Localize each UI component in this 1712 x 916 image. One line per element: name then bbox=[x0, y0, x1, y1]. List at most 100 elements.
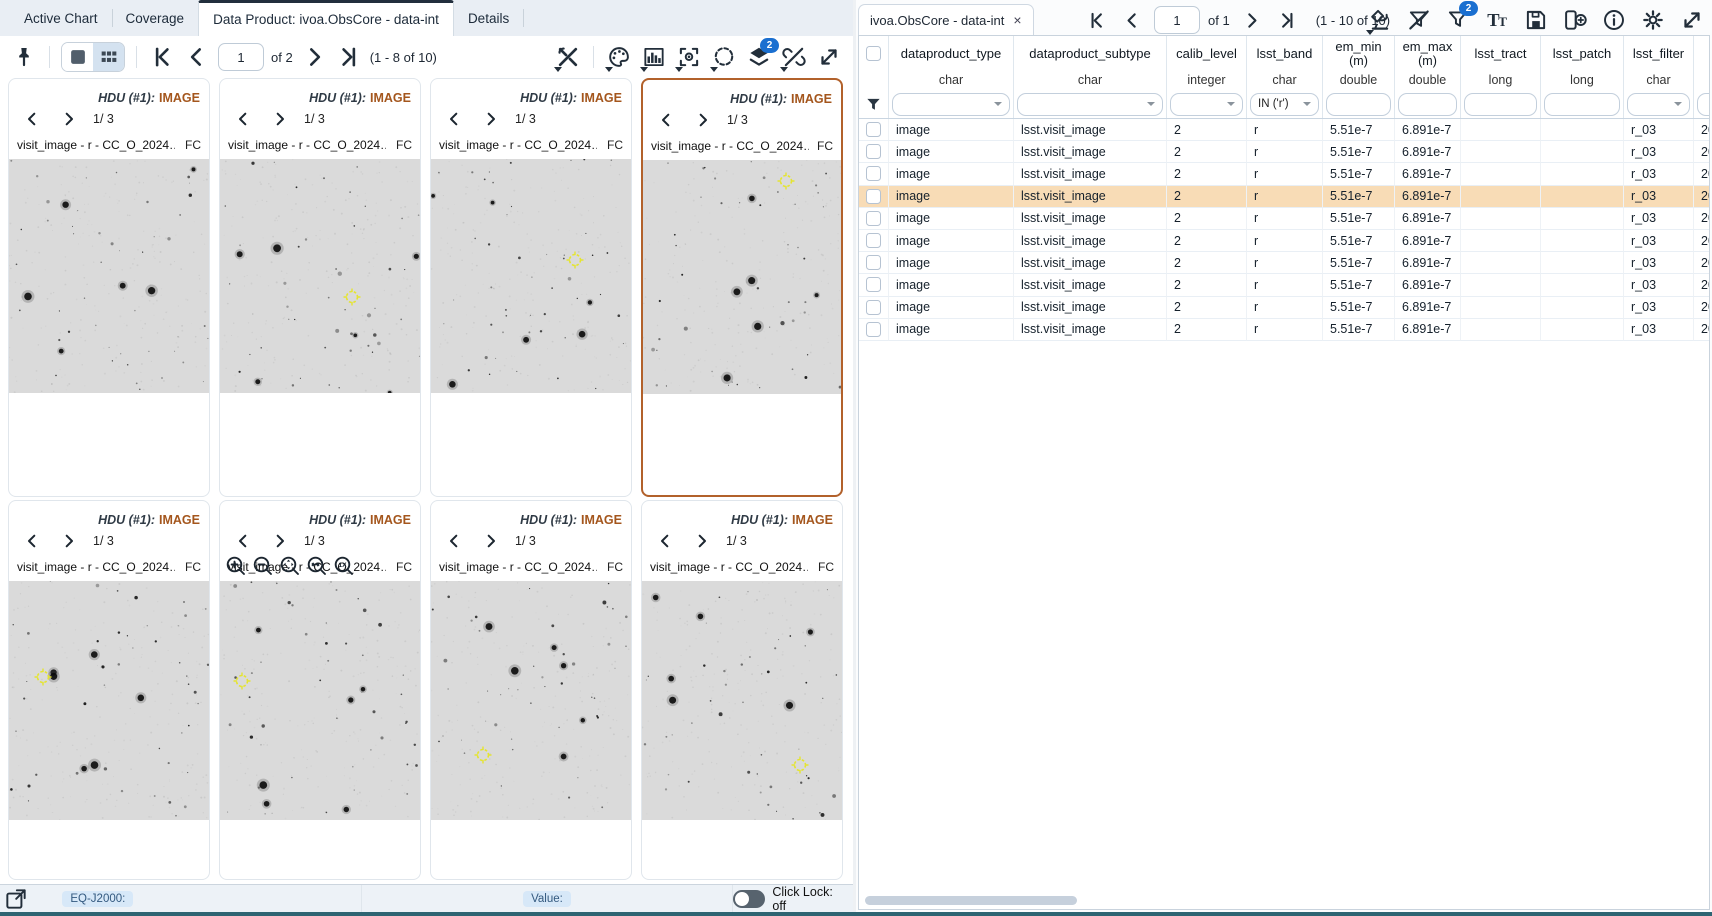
sky-image[interactable] bbox=[220, 159, 420, 393]
sky-image[interactable] bbox=[9, 581, 209, 820]
prev-hdu-icon[interactable] bbox=[651, 527, 679, 555]
save-icon[interactable] bbox=[1522, 6, 1550, 34]
text-view-icon[interactable]: TT bbox=[1483, 6, 1511, 34]
clear-filters-icon[interactable] bbox=[1405, 6, 1433, 34]
column-header[interactable]: lsst_filter bbox=[1624, 36, 1694, 70]
popout-icon[interactable] bbox=[0, 886, 32, 912]
unlink-icon[interactable] bbox=[780, 43, 808, 71]
column-header[interactable]: em_min(m) bbox=[1323, 36, 1395, 70]
row-checkbox[interactable] bbox=[866, 144, 881, 159]
column-filter-input[interactable] bbox=[1697, 93, 1710, 116]
table-row[interactable]: imagelsst.visit_image2r5.51e-76.891e-7r_… bbox=[859, 163, 1709, 185]
prev-hdu-icon[interactable] bbox=[18, 527, 46, 555]
table-first-page-icon[interactable] bbox=[1082, 6, 1110, 34]
table-page-input[interactable]: 1 bbox=[1154, 6, 1200, 34]
row-checkbox[interactable] bbox=[866, 300, 881, 315]
prev-hdu-icon[interactable] bbox=[229, 527, 257, 555]
image-panel[interactable]: HDU (#1): IMAGE 1/ 3 visit_image - r - C… bbox=[641, 500, 843, 880]
row-checkbox[interactable] bbox=[866, 122, 881, 137]
column-filter-input[interactable] bbox=[892, 93, 1010, 116]
close-icon[interactable]: × bbox=[1013, 13, 1021, 27]
click-lock-toggle[interactable] bbox=[733, 890, 765, 908]
column-header[interactable]: lsst_tract bbox=[1461, 36, 1541, 70]
tab-coverage[interactable]: Coverage bbox=[112, 0, 199, 36]
pin-icon[interactable] bbox=[10, 43, 38, 71]
zoom-out-icon[interactable] bbox=[252, 555, 274, 577]
row-checkbox[interactable] bbox=[866, 211, 881, 226]
column-header[interactable]: dataproduct_type bbox=[889, 36, 1014, 70]
row-checkbox[interactable] bbox=[866, 166, 881, 181]
tab-active-chart[interactable]: Active Chart bbox=[10, 0, 112, 36]
sky-image[interactable] bbox=[431, 581, 631, 820]
next-hdu-icon[interactable] bbox=[55, 527, 83, 555]
prev-hdu-icon[interactable] bbox=[18, 105, 46, 133]
microscope-icon[interactable] bbox=[1366, 6, 1394, 34]
sky-image[interactable] bbox=[642, 581, 842, 820]
image-panel[interactable]: HDU (#1): IMAGE 1/ 3 visit_image - r - C… bbox=[219, 500, 421, 880]
info-icon[interactable] bbox=[1600, 6, 1628, 34]
column-header[interactable] bbox=[1694, 36, 1710, 70]
single-view-button[interactable] bbox=[62, 43, 93, 71]
table-row[interactable]: imagelsst.visit_image2r5.51e-76.891e-7r_… bbox=[859, 230, 1709, 252]
column-filter-input[interactable] bbox=[1326, 93, 1391, 116]
grid-view-button[interactable] bbox=[93, 43, 124, 71]
first-page-icon[interactable] bbox=[148, 43, 176, 71]
stretch-histogram-icon[interactable] bbox=[640, 43, 668, 71]
next-hdu-icon[interactable] bbox=[266, 105, 294, 133]
column-header[interactable]: calib_level bbox=[1167, 36, 1247, 70]
table-row[interactable]: imagelsst.visit_image2r5.51e-76.891e-7r_… bbox=[859, 141, 1709, 163]
sky-image[interactable]: 1X bbox=[220, 581, 420, 820]
image-panel[interactable]: HDU (#1): IMAGE 1/ 3 visit_image - r - C… bbox=[8, 78, 210, 497]
row-checkbox[interactable] bbox=[866, 277, 881, 292]
last-page-icon[interactable] bbox=[335, 43, 363, 71]
prev-page-icon[interactable] bbox=[183, 43, 211, 71]
tab-data-product[interactable]: Data Product: ivoa.ObsCore - data-int bbox=[198, 0, 454, 36]
table-next-page-icon[interactable] bbox=[1238, 6, 1266, 34]
expand-icon[interactable] bbox=[815, 43, 843, 71]
column-filter-input[interactable] bbox=[1464, 93, 1537, 116]
row-checkbox[interactable] bbox=[866, 255, 881, 270]
column-filter-input[interactable] bbox=[1544, 93, 1620, 116]
layers-icon[interactable]: 2 bbox=[745, 43, 773, 71]
sky-image[interactable] bbox=[643, 160, 841, 394]
prev-hdu-icon[interactable] bbox=[440, 105, 468, 133]
next-page-icon[interactable] bbox=[300, 43, 328, 71]
column-filter-input[interactable]: IN ('r') bbox=[1250, 93, 1319, 116]
table-expand-icon[interactable] bbox=[1678, 6, 1706, 34]
prev-hdu-icon[interactable] bbox=[440, 527, 468, 555]
column-header[interactable]: em_max(m) bbox=[1395, 36, 1461, 70]
table-row[interactable]: imagelsst.visit_image2r5.51e-76.891e-7r_… bbox=[859, 252, 1709, 274]
zoom-1x-icon[interactable]: 1X bbox=[333, 555, 355, 577]
image-panel[interactable]: HDU (#1): IMAGE 1/ 3 visit_image - r - C… bbox=[430, 78, 632, 497]
recenter-icon[interactable] bbox=[675, 43, 703, 71]
horizontal-scrollbar[interactable] bbox=[865, 896, 1077, 905]
table-row[interactable]: imagelsst.visit_image2r5.51e-76.891e-7r_… bbox=[859, 208, 1709, 230]
row-checkbox[interactable] bbox=[866, 233, 881, 248]
table-prev-page-icon[interactable] bbox=[1118, 6, 1146, 34]
column-filter-input[interactable] bbox=[1627, 93, 1690, 116]
row-checkbox[interactable] bbox=[866, 322, 881, 337]
column-header[interactable]: dataproduct_subtype bbox=[1014, 36, 1167, 70]
table-row[interactable]: imagelsst.visit_image2r5.51e-76.891e-7r_… bbox=[859, 274, 1709, 296]
table-last-page-icon[interactable] bbox=[1274, 6, 1302, 34]
table-row[interactable]: imagelsst.visit_image2r5.51e-76.891e-7r_… bbox=[859, 119, 1709, 141]
column-header[interactable]: lsst_band bbox=[1247, 36, 1323, 70]
image-panel[interactable]: HDU (#1): IMAGE 1/ 3 visit_image - r - C… bbox=[641, 78, 843, 497]
sky-image[interactable] bbox=[431, 159, 631, 393]
region-select-icon[interactable] bbox=[710, 43, 738, 71]
sky-image[interactable] bbox=[9, 159, 209, 393]
next-hdu-icon[interactable] bbox=[688, 527, 716, 555]
add-column-icon[interactable] bbox=[1561, 6, 1589, 34]
tools-icon[interactable] bbox=[554, 43, 582, 71]
prev-hdu-icon[interactable] bbox=[229, 105, 257, 133]
next-hdu-icon[interactable] bbox=[689, 106, 717, 134]
settings-gear-icon[interactable] bbox=[1639, 6, 1667, 34]
column-header[interactable]: lsst_patch bbox=[1541, 36, 1624, 70]
row-checkbox[interactable] bbox=[866, 189, 881, 204]
select-all-checkbox[interactable] bbox=[866, 46, 881, 61]
column-filter-input[interactable] bbox=[1017, 93, 1163, 116]
filters-icon[interactable]: 2 bbox=[1444, 6, 1472, 34]
color-palette-icon[interactable] bbox=[605, 43, 633, 71]
table-row[interactable]: imagelsst.visit_image2r5.51e-76.891e-7r_… bbox=[859, 186, 1709, 208]
column-filter-input[interactable] bbox=[1170, 93, 1243, 116]
